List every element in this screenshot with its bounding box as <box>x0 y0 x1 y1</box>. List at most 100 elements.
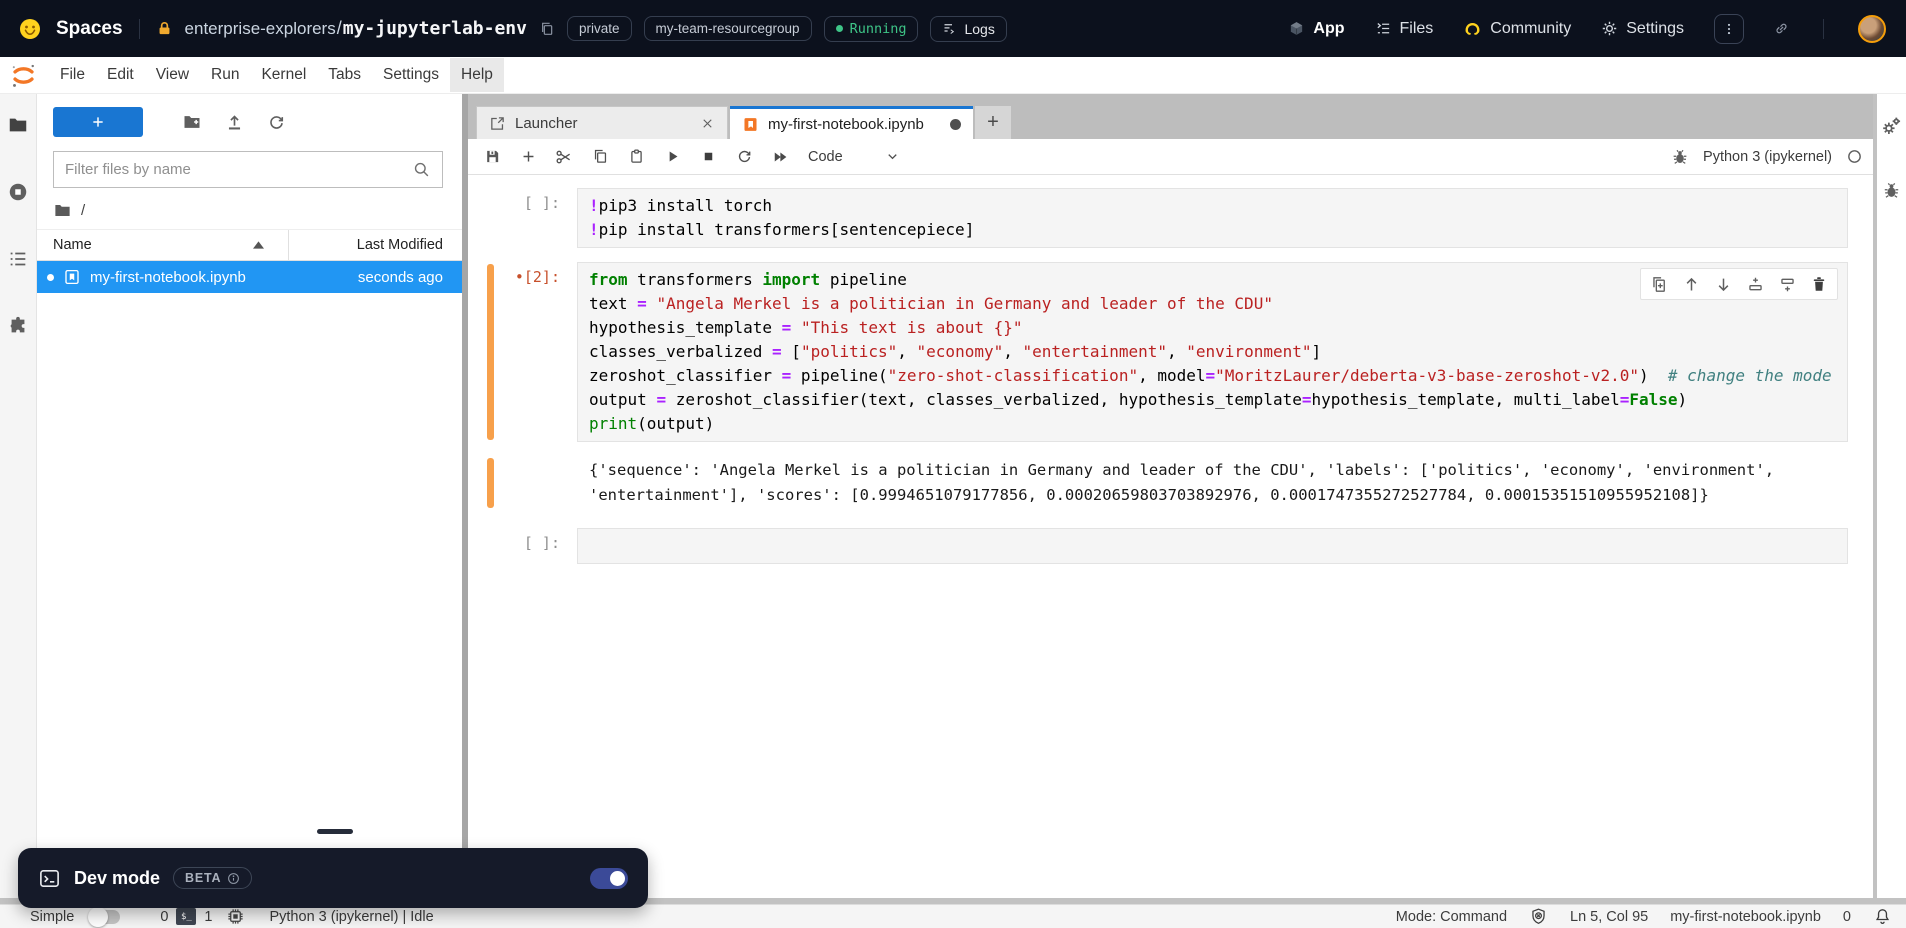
cut-cells-button[interactable] <box>546 142 582 172</box>
huggingface-logo-icon[interactable] <box>18 17 42 41</box>
restart-run-all-button[interactable] <box>762 142 798 172</box>
trust-shield-icon[interactable] <box>1529 907 1548 926</box>
notification-bell-icon[interactable] <box>1873 907 1892 926</box>
file-browser-tab-icon[interactable] <box>7 114 29 136</box>
copy-repo-icon[interactable] <box>539 21 555 37</box>
panel-drag-handle[interactable] <box>317 829 353 834</box>
notebook-file-icon <box>63 268 81 286</box>
dev-mode-label: Dev mode <box>74 868 160 889</box>
toggle-knob <box>88 907 108 927</box>
paste-cells-button[interactable] <box>618 142 654 172</box>
kernel-status-icon[interactable] <box>1846 148 1863 165</box>
upload-button[interactable] <box>213 107 255 137</box>
running-status-badge[interactable]: Running <box>824 16 919 42</box>
menu-edit[interactable]: Edit <box>96 58 145 92</box>
active-cell-collapser[interactable] <box>487 264 494 440</box>
notebook-content: [ ]: !pip3 install torch!pip install tra… <box>468 175 1873 928</box>
menu-view[interactable]: View <box>145 58 200 92</box>
active-file-name: my-first-notebook.ipynb <box>1670 909 1821 925</box>
notebook-toolbar: Code Python 3 (ipykernel) <box>468 139 1873 175</box>
huggingface-top-bar: Spaces enterprise-explorers/my-jupyterla… <box>0 0 1906 57</box>
table-of-contents-tab-icon[interactable] <box>7 248 29 270</box>
nav-community[interactable]: Community <box>1463 19 1571 38</box>
property-inspector-tab-icon[interactable] <box>1881 116 1902 137</box>
delete-cell-button[interactable] <box>1807 272 1831 296</box>
cell-rail <box>468 528 494 564</box>
move-cell-down-button[interactable] <box>1711 272 1735 296</box>
filter-files-input[interactable] <box>65 161 412 178</box>
menu-file[interactable]: File <box>49 58 96 92</box>
save-button[interactable] <box>474 142 510 172</box>
duplicate-cell-button[interactable] <box>1647 272 1671 296</box>
new-tab-button[interactable]: + <box>975 106 1011 139</box>
tab-notebook[interactable]: my-first-notebook.ipynb <box>730 106 973 139</box>
cell-rail <box>468 262 494 442</box>
menu-run[interactable]: Run <box>200 58 250 92</box>
resource-group-badge[interactable]: my-team-resourcegroup <box>644 16 812 41</box>
namespace-link[interactable]: enterprise-explorers <box>185 19 336 39</box>
breadcrumb-root[interactable]: / <box>81 202 85 219</box>
jupyter-menu-bar: File Edit View Run Kernel Tabs Settings … <box>0 57 1906 94</box>
nav-files[interactable]: Files <box>1375 20 1434 38</box>
running-kernels-tab-icon[interactable] <box>7 181 29 203</box>
share-link-icon[interactable] <box>1774 21 1789 36</box>
notifications-count[interactable]: 0 <box>1843 909 1851 925</box>
info-icon[interactable] <box>227 872 240 885</box>
kernel-name[interactable]: Python 3 (ipykernel) <box>1703 149 1832 165</box>
file-name: my-first-notebook.ipynb <box>90 269 288 286</box>
more-options-button[interactable] <box>1714 14 1744 44</box>
insert-cell-above-button[interactable] <box>1743 272 1767 296</box>
refresh-button[interactable] <box>255 107 297 137</box>
command-mode-indicator[interactable]: Mode: Command <box>1396 909 1507 925</box>
debugger-bug-icon[interactable] <box>1671 148 1689 166</box>
menu-help[interactable]: Help <box>450 58 504 92</box>
repo-name-link[interactable]: my-jupyterlab-env <box>343 18 527 39</box>
chevron-down-icon <box>885 149 900 164</box>
nav-settings[interactable]: Settings <box>1601 20 1684 38</box>
terminals-count[interactable]: 0 <box>160 909 168 925</box>
run-cell-button[interactable] <box>654 142 690 172</box>
restart-kernel-button[interactable] <box>726 142 762 172</box>
jupyter-logo-icon <box>10 62 37 89</box>
logs-button[interactable]: Logs <box>930 16 1006 42</box>
kernel-status-text[interactable]: Python 3 (ipykernel) | Idle <box>269 909 433 925</box>
copy-cells-button[interactable] <box>582 142 618 172</box>
output-collapser[interactable] <box>487 458 494 508</box>
insert-cell-button[interactable] <box>510 142 546 172</box>
insert-cell-below-button[interactable] <box>1775 272 1799 296</box>
menu-settings[interactable]: Settings <box>372 58 450 92</box>
file-row-selected[interactable]: my-first-notebook.ipynb seconds ago <box>37 261 462 293</box>
kernels-count[interactable]: 1 <box>204 909 212 925</box>
menu-kernel[interactable]: Kernel <box>250 58 317 92</box>
breadcrumb: / <box>37 188 462 229</box>
simple-mode-toggle[interactable] <box>90 910 120 924</box>
extension-manager-tab-icon[interactable] <box>7 315 29 337</box>
dev-mode-toggle[interactable] <box>590 868 628 889</box>
spaces-brand[interactable]: Spaces <box>56 18 123 40</box>
interrupt-kernel-button[interactable] <box>690 142 726 172</box>
new-launcher-button[interactable] <box>53 107 143 137</box>
nav-app[interactable]: App <box>1288 20 1344 38</box>
cell-type-dropdown[interactable]: Code <box>808 149 900 165</box>
new-folder-button[interactable] <box>171 107 213 137</box>
cursor-position[interactable]: Ln 5, Col 95 <box>1570 909 1648 925</box>
unsaved-indicator-dot[interactable] <box>950 119 961 130</box>
home-folder-icon[interactable] <box>53 201 72 220</box>
code-editor[interactable] <box>577 528 1848 564</box>
dev-terminal-icon <box>38 867 61 890</box>
debugger-tab-icon[interactable] <box>1882 181 1901 200</box>
tab-launcher[interactable]: Launcher <box>476 106 728 139</box>
move-cell-up-button[interactable] <box>1679 272 1703 296</box>
menu-tabs[interactable]: Tabs <box>317 58 372 92</box>
hf-nav: App Files Community Settings <box>1288 14 1886 44</box>
code-editor[interactable]: !pip3 install torch!pip install transfor… <box>577 188 1848 248</box>
column-header-modified[interactable]: Last Modified <box>288 230 462 260</box>
app-cube-icon <box>1288 20 1305 37</box>
kernel-chip-icon <box>226 907 245 926</box>
user-avatar[interactable] <box>1858 15 1886 43</box>
namespace-slash: / <box>337 18 342 39</box>
terminal-badge-icon: $_ <box>176 908 196 925</box>
close-tab-icon[interactable] <box>700 116 715 131</box>
column-header-name[interactable]: Name <box>37 230 288 260</box>
dock-tab-bar: Launcher my-first-notebook.ipynb + <box>468 94 1873 139</box>
